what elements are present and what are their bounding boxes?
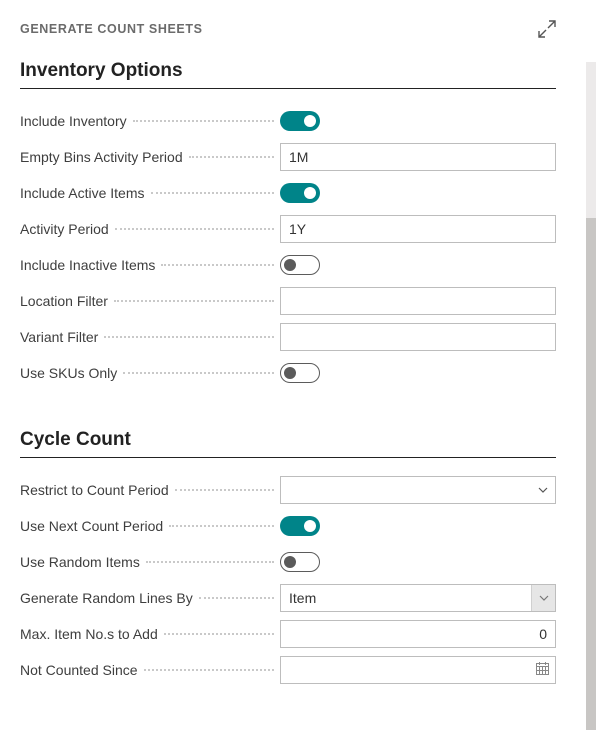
toggle-include-active[interactable]	[280, 183, 320, 203]
select-restrict-period[interactable]	[280, 476, 556, 504]
toggle-include-inactive[interactable]	[280, 255, 320, 275]
label-variant-filter: Variant Filter	[20, 329, 98, 345]
label-empty-bins-period: Empty Bins Activity Period	[20, 149, 183, 165]
input-activity-period[interactable]	[280, 215, 556, 243]
label-random-by: Generate Random Lines By	[20, 590, 193, 606]
input-variant-filter[interactable]	[280, 323, 556, 351]
label-restrict-period: Restrict to Count Period	[20, 482, 169, 498]
expand-icon[interactable]	[538, 20, 556, 38]
input-max-items[interactable]	[280, 620, 556, 648]
scrollbar[interactable]	[586, 218, 596, 730]
label-max-items: Max. Item No.s to Add	[20, 626, 158, 642]
label-use-next-period: Use Next Count Period	[20, 518, 163, 534]
scrollbar[interactable]	[586, 62, 596, 218]
page-title: GENERATE COUNT SHEETS	[20, 22, 203, 36]
label-not-counted-since: Not Counted Since	[20, 662, 138, 678]
toggle-use-next-period[interactable]	[280, 516, 320, 536]
label-use-random: Use Random Items	[20, 554, 140, 570]
section-inventory-title: Inventory Options	[20, 60, 556, 89]
toggle-use-random[interactable]	[280, 552, 320, 572]
label-use-skus-only: Use SKUs Only	[20, 365, 117, 381]
input-empty-bins-period[interactable]	[280, 143, 556, 171]
input-not-counted-since[interactable]	[280, 656, 556, 684]
label-location-filter: Location Filter	[20, 293, 108, 309]
label-activity-period: Activity Period	[20, 221, 109, 237]
label-include-active: Include Active Items	[20, 185, 145, 201]
label-include-inactive: Include Inactive Items	[20, 257, 155, 273]
label-include-inventory: Include Inventory	[20, 113, 127, 129]
section-cycle-title: Cycle Count	[20, 429, 556, 458]
toggle-use-skus-only[interactable]	[280, 363, 320, 383]
select-random-by[interactable]	[280, 584, 556, 612]
input-location-filter[interactable]	[280, 287, 556, 315]
toggle-include-inventory[interactable]	[280, 111, 320, 131]
